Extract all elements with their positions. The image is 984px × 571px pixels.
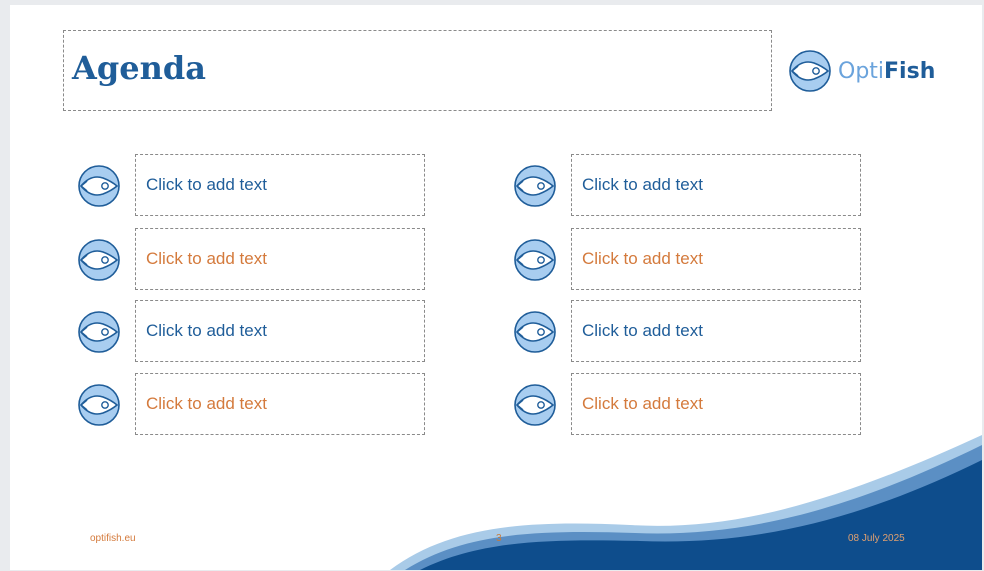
footer-date: 08 July 2025: [848, 533, 905, 544]
footer-website: optifish.eu: [90, 533, 136, 544]
footer-page-number: 3: [496, 533, 502, 544]
slide-canvas: Agenda OptiFish Click to add text Click …: [10, 5, 982, 570]
wave-decoration: [390, 435, 982, 570]
